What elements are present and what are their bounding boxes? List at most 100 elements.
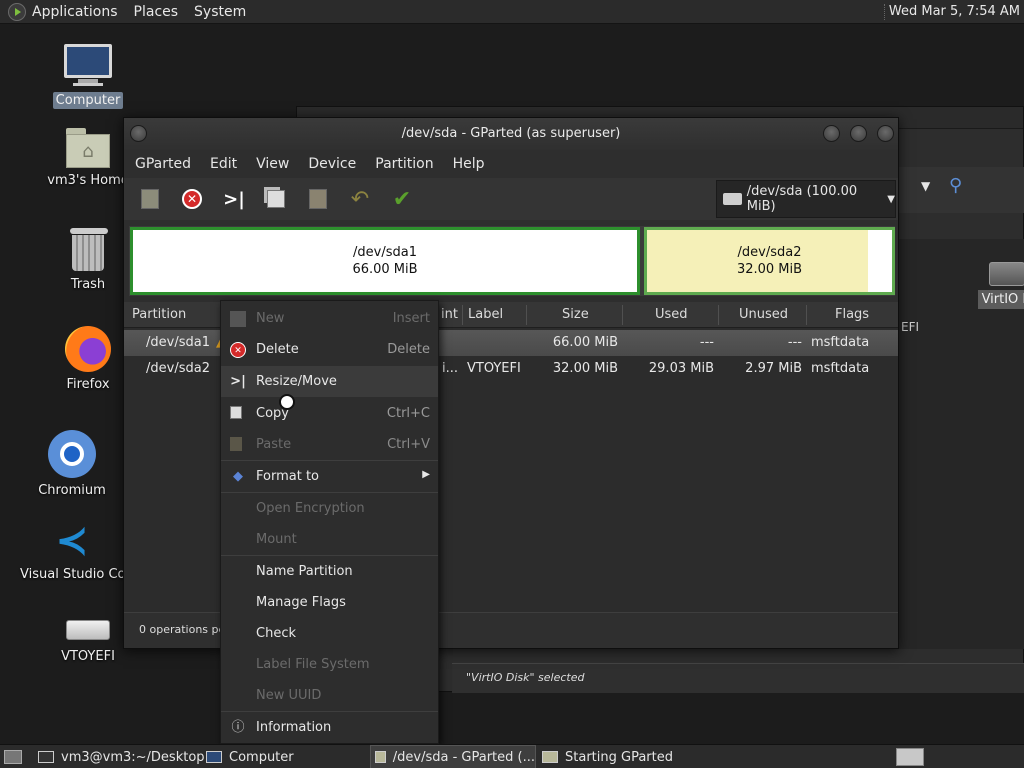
disk-map-sda2[interactable]: /dev/sda2 32.00 MiB bbox=[644, 227, 895, 295]
delete-icon: ✕ bbox=[230, 342, 246, 358]
menu-item-label: Check bbox=[256, 626, 296, 641]
desktop-icon-label: Trash bbox=[70, 277, 106, 292]
partition-name: /dev/sda1 bbox=[353, 245, 417, 260]
distro-logo-icon[interactable] bbox=[8, 2, 26, 21]
submenu-arrow-icon: ▶ bbox=[422, 469, 430, 480]
menu-item-label: Delete bbox=[256, 342, 299, 357]
desktop-icon-label: Computer bbox=[52, 92, 124, 109]
menu-item-label: New UUID bbox=[256, 688, 322, 703]
column-separator bbox=[462, 305, 463, 325]
menu-item-new-uuid[interactable]: New UUID bbox=[221, 680, 438, 711]
menu-partition[interactable]: Partition bbox=[375, 156, 433, 172]
info-icon: ⓘ bbox=[231, 720, 245, 735]
column-size[interactable]: Size bbox=[562, 307, 589, 322]
taskbar-item-terminal[interactable]: vm3@vm3:~/Desktop bbox=[38, 745, 205, 768]
applications-menu[interactable]: Applications bbox=[32, 4, 118, 20]
partition-size: 32.00 MiB bbox=[736, 262, 803, 277]
menu-item-paste[interactable]: Paste Ctrl+V bbox=[221, 429, 438, 460]
resize-move-button[interactable]: >| bbox=[220, 185, 248, 213]
menu-item-information[interactable]: ⓘ Information bbox=[221, 712, 438, 743]
new-partition-button[interactable] bbox=[136, 185, 164, 213]
window-menu-button[interactable] bbox=[130, 125, 147, 142]
menu-item-manage-flags[interactable]: Manage Flags bbox=[221, 587, 438, 618]
menu-item-delete[interactable]: ✕ Delete Delete bbox=[221, 334, 438, 365]
minimize-button[interactable] bbox=[823, 125, 840, 142]
show-desktop-icon bbox=[4, 750, 22, 764]
desktop-icon-label: VTOYEFI bbox=[61, 649, 115, 664]
cell-filesystem: i... bbox=[442, 361, 459, 376]
delete-icon: ✕ bbox=[182, 189, 202, 209]
undo-button[interactable]: ↶ bbox=[346, 185, 374, 213]
desktop-icon-chromium[interactable]: Chromium bbox=[17, 430, 127, 499]
menu-edit[interactable]: Edit bbox=[210, 156, 237, 172]
toolbar: ✕ >| ↶ ✔ /dev/sda (100.00 MiB) ▼ bbox=[124, 178, 898, 220]
column-flags[interactable]: Flags bbox=[835, 307, 869, 322]
column-used[interactable]: Used bbox=[655, 307, 688, 322]
taskbar-item-gparted[interactable]: /dev/sda - GParted (... bbox=[370, 745, 536, 768]
partition-name: /dev/sda2 bbox=[737, 245, 802, 260]
taskbar-item-label: vm3@vm3:~/Desktop bbox=[61, 749, 205, 765]
menu-item-mount[interactable]: Mount bbox=[221, 524, 438, 555]
workspace-switcher[interactable] bbox=[896, 745, 924, 768]
desktop-icon-computer[interactable]: Computer bbox=[33, 44, 143, 109]
taskbar-item-label: Starting GParted bbox=[565, 749, 673, 765]
menu-view[interactable]: View bbox=[256, 156, 289, 172]
taskbar-item-starting-gparted[interactable]: Starting GParted bbox=[542, 745, 673, 768]
column-mountpoint[interactable]: int bbox=[441, 307, 458, 322]
dropdown-arrow-icon[interactable]: ▼ bbox=[921, 179, 930, 193]
column-unused[interactable]: Unused bbox=[739, 307, 788, 322]
maximize-button[interactable] bbox=[850, 125, 867, 142]
disk-map-sda1[interactable]: /dev/sda1 66.00 MiB bbox=[130, 227, 640, 295]
menu-item-open-encryption[interactable]: Open Encryption bbox=[221, 493, 438, 524]
desktop-icon-label: Visual Studio Cod bbox=[20, 567, 134, 582]
cell-used: 29.03 MiB bbox=[648, 361, 714, 376]
paste-button[interactable] bbox=[304, 185, 332, 213]
menu-gparted[interactable]: GParted bbox=[135, 156, 191, 172]
menu-help[interactable]: Help bbox=[453, 156, 485, 172]
menu-item-copy[interactable]: Copy Ctrl+C bbox=[221, 398, 438, 429]
status-bar: "VirtIO Disk" selected bbox=[452, 663, 1024, 693]
home-folder-icon: ⌂ bbox=[66, 128, 110, 168]
desktop-icon-label: Chromium bbox=[38, 483, 106, 498]
virtio-disk-icon[interactable]: VirtIO D bbox=[977, 262, 1024, 309]
workspace-icon bbox=[896, 748, 924, 766]
desktop-icon-label: vm3's Home bbox=[47, 173, 129, 188]
computer-icon bbox=[206, 751, 222, 763]
menu-item-label: Paste bbox=[256, 437, 292, 452]
window-titlebar[interactable]: /dev/sda - GParted (as superuser) bbox=[124, 118, 898, 150]
delete-button[interactable]: ✕ bbox=[178, 185, 206, 213]
menu-item-label-file-system[interactable]: Label File System bbox=[221, 649, 438, 680]
new-partition-icon bbox=[230, 311, 246, 327]
taskbar-item-label: Computer bbox=[229, 749, 294, 765]
show-desktop-button[interactable] bbox=[4, 745, 22, 768]
column-partition[interactable]: Partition bbox=[132, 307, 186, 322]
cell-size: 66.00 MiB bbox=[552, 335, 618, 350]
menu-item-new[interactable]: New Insert bbox=[221, 303, 438, 334]
menu-item-label: Format to bbox=[256, 469, 319, 484]
copy-icon bbox=[230, 406, 242, 419]
menu-item-label: Resize/Move bbox=[256, 374, 337, 389]
device-selector[interactable]: /dev/sda (100.00 MiB) ▼ bbox=[716, 180, 896, 218]
apply-icon: ✔ bbox=[392, 186, 412, 212]
menu-item-check[interactable]: Check bbox=[221, 618, 438, 649]
vscode-icon: ≺ bbox=[55, 518, 89, 564]
firefox-icon bbox=[65, 326, 111, 372]
menu-item-resize-move[interactable]: >| Resize/Move bbox=[221, 366, 438, 397]
column-label[interactable]: Label bbox=[468, 307, 503, 322]
taskbar-item-computer[interactable]: Computer bbox=[206, 745, 294, 768]
drive-icon bbox=[989, 262, 1024, 286]
desktop-icon-vscode[interactable]: ≺ Visual Studio Cod bbox=[17, 518, 134, 583]
clock[interactable]: Wed Mar 5, 7:54 AM bbox=[889, 4, 1020, 19]
menu-item-name-partition[interactable]: Name Partition bbox=[221, 556, 438, 587]
copy-button[interactable] bbox=[262, 185, 290, 213]
menu-item-format-to[interactable]: ◆ Format to ▶ bbox=[221, 461, 438, 492]
chromium-icon bbox=[48, 430, 96, 478]
system-menu[interactable]: System bbox=[194, 4, 246, 20]
search-icon[interactable]: ⚲ bbox=[949, 175, 962, 196]
menu-device[interactable]: Device bbox=[308, 156, 356, 172]
menu-item-label: Information bbox=[256, 720, 332, 735]
close-button[interactable] bbox=[877, 125, 894, 142]
apply-button[interactable]: ✔ bbox=[388, 185, 416, 213]
cell-partition: /dev/sda1 bbox=[146, 335, 210, 350]
places-menu[interactable]: Places bbox=[134, 4, 179, 20]
